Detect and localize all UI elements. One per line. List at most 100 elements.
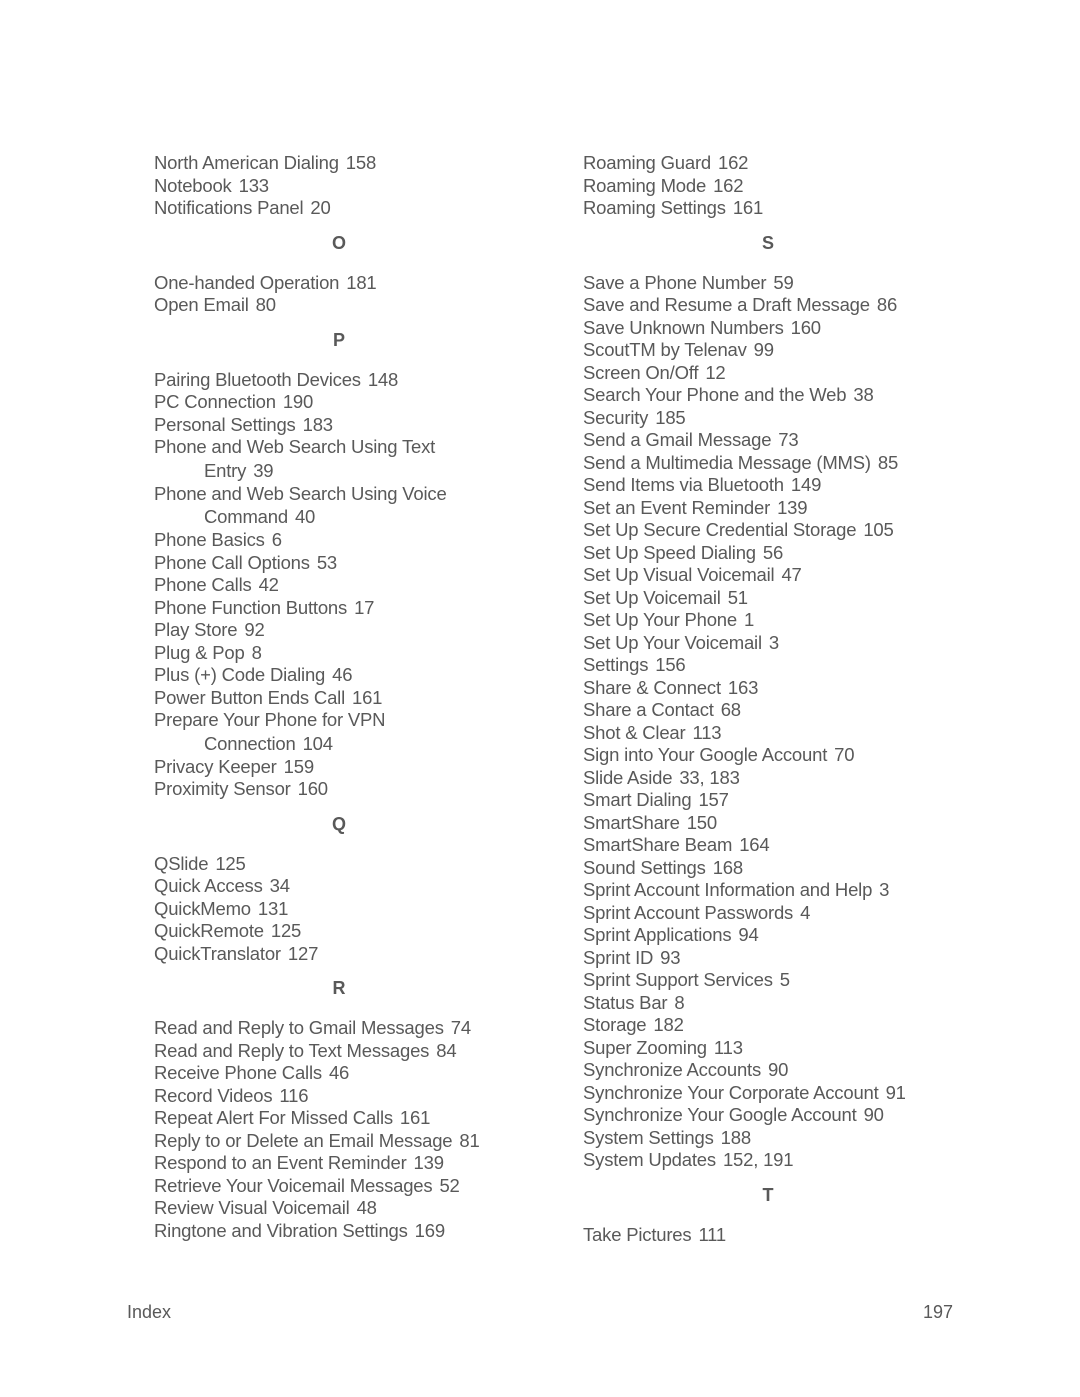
entry-page-ref[interactable]: 94 xyxy=(738,924,758,945)
entry-page-ref[interactable]: 164 xyxy=(739,834,769,855)
entry-page-ref[interactable]: 6 xyxy=(272,529,282,550)
index-entry: System Updates 152, 191 xyxy=(583,1149,963,1172)
entry-page-ref[interactable]: 116 xyxy=(279,1085,308,1106)
entry-page-ref[interactable]: 17 xyxy=(354,597,374,618)
index-entry: Personal Settings 183 xyxy=(154,414,534,437)
entry-page-ref[interactable]: 85 xyxy=(878,452,898,473)
entry-page-ref[interactable]: 8 xyxy=(674,992,684,1013)
entry-term: Phone and Web Search Using Voice xyxy=(154,482,447,504)
entry-page-ref[interactable]: 4 xyxy=(800,902,810,923)
entry-page-ref[interactable]: 74 xyxy=(451,1017,471,1038)
entry-page-ref[interactable]: 91 xyxy=(886,1082,906,1103)
entry-page-ref[interactable]: 40 xyxy=(295,506,315,527)
entry-page-ref[interactable]: 3 xyxy=(879,879,889,900)
entry-term: Notifications Panel xyxy=(154,197,304,218)
entry-page-ref[interactable]: 52 xyxy=(439,1175,459,1196)
entry-page-ref[interactable]: 113 xyxy=(714,1037,743,1058)
entry-page-ref[interactable]: 139 xyxy=(414,1152,444,1173)
entry-page-ref[interactable]: 8 xyxy=(252,642,262,663)
index-entry: Synchronize Your Corporate Account 91 xyxy=(583,1082,963,1105)
entry-page-ref[interactable]: 156 xyxy=(655,654,685,675)
index-entry: Set Up Visual Voicemail 47 xyxy=(583,564,963,587)
entry-page-ref[interactable]: 20 xyxy=(310,197,330,218)
entry-page-ref[interactable]: 163 xyxy=(728,677,758,698)
entry-page-ref[interactable]: 113 xyxy=(693,722,722,743)
entry-page-ref[interactable]: 127 xyxy=(288,943,318,964)
entry-page-ref[interactable]: 48 xyxy=(357,1197,377,1218)
entry-page-ref[interactable]: 190 xyxy=(283,391,313,412)
index-entry: Roaming Guard 162 xyxy=(583,152,963,175)
entry-page-ref[interactable]: 162 xyxy=(718,152,748,173)
entry-page-ref[interactable]: 42 xyxy=(259,574,279,595)
index-entry: Play Store 92 xyxy=(154,619,534,642)
entry-page-ref[interactable]: 161 xyxy=(352,687,382,708)
entry-term: Phone Calls xyxy=(154,574,252,595)
entry-page-ref[interactable]: 111 xyxy=(698,1224,726,1245)
entry-page-ref[interactable]: 125 xyxy=(215,853,245,874)
entry-page-ref[interactable]: 68 xyxy=(721,699,741,720)
entry-page-ref[interactable]: 34 xyxy=(270,875,290,896)
entry-page-ref[interactable]: 185 xyxy=(655,407,685,428)
entry-page-ref[interactable]: 3 xyxy=(769,632,779,653)
entry-page-ref[interactable]: 12 xyxy=(705,362,725,383)
entry-page-ref[interactable]: 168 xyxy=(713,857,743,878)
entry-term: Roaming Mode xyxy=(583,174,707,196)
entry-page-ref[interactable]: 148 xyxy=(368,369,398,390)
index-entry: Shot & Clear 113 xyxy=(583,722,963,745)
entry-page-ref[interactable]: 1 xyxy=(744,609,754,630)
entry-page-ref[interactable]: 181 xyxy=(346,272,376,293)
entry-page-ref[interactable]: 56 xyxy=(763,542,783,563)
entry-page-ref[interactable]: 183 xyxy=(303,414,333,435)
entry-page-ref[interactable]: 99 xyxy=(754,339,774,360)
entry-page-ref[interactable]: 162 xyxy=(713,175,743,196)
entry-page-ref[interactable]: 133 xyxy=(239,175,269,196)
index-entry: Open Email 80 xyxy=(154,294,534,317)
entry-term: Sprint Support Services xyxy=(583,969,773,990)
entry-page-ref[interactable]: 38 xyxy=(853,384,873,405)
entry-page-ref[interactable]: 46 xyxy=(329,1062,349,1083)
entry-page-ref[interactable]: 161 xyxy=(400,1107,430,1128)
entry-page-ref[interactable]: 157 xyxy=(698,789,728,810)
index-entry: Settings 156 xyxy=(583,654,963,677)
entry-page-ref[interactable]: 47 xyxy=(781,564,801,585)
entry-page-ref[interactable]: 104 xyxy=(303,733,333,754)
entry-page-ref[interactable]: 33, 183 xyxy=(679,767,740,788)
entry-page-ref[interactable]: 51 xyxy=(728,587,748,608)
entry-page-ref[interactable]: 53 xyxy=(317,552,337,573)
entry-page-ref[interactable]: 159 xyxy=(284,756,314,777)
entry-page-ref[interactable]: 139 xyxy=(777,497,807,518)
entry-term: Synchronize Your Corporate Account xyxy=(583,1081,879,1103)
entry-page-ref[interactable]: 150 xyxy=(687,812,717,833)
entry-page-ref[interactable]: 5 xyxy=(780,969,790,990)
entry-page-ref[interactable]: 105 xyxy=(863,519,893,540)
entry-page-ref[interactable]: 182 xyxy=(653,1014,683,1035)
entry-page-ref[interactable]: 161 xyxy=(733,197,763,218)
entry-page-ref[interactable]: 90 xyxy=(768,1059,788,1080)
entry-page-ref[interactable]: 169 xyxy=(415,1220,445,1241)
entry-page-ref[interactable]: 59 xyxy=(773,272,793,293)
entry-page-ref[interactable]: 73 xyxy=(778,429,798,450)
entry-page-ref[interactable]: 70 xyxy=(834,744,854,765)
entry-page-ref[interactable]: 39 xyxy=(253,460,273,481)
entry-page-ref[interactable]: 160 xyxy=(298,778,328,799)
index-entry: Phone Basics 6 xyxy=(154,529,534,552)
entry-page-ref[interactable]: 158 xyxy=(346,152,376,173)
entry-page-ref[interactable]: 188 xyxy=(721,1127,751,1148)
entry-page-ref[interactable]: 131 xyxy=(258,898,288,919)
entry-page-ref[interactable]: 86 xyxy=(877,294,897,315)
entry-page-ref[interactable]: 125 xyxy=(271,920,301,941)
entry-page-ref[interactable]: 149 xyxy=(791,474,821,495)
entry-page-ref[interactable]: 81 xyxy=(459,1130,479,1151)
entry-page-ref[interactable]: 93 xyxy=(660,947,680,968)
entry-page-ref[interactable]: 84 xyxy=(436,1040,456,1061)
entry-page-ref[interactable]: 46 xyxy=(332,664,352,685)
entry-term: Read and Reply to Text Messages xyxy=(154,1039,430,1061)
entry-page-ref[interactable]: 90 xyxy=(864,1104,884,1125)
entry-page-ref[interactable]: 92 xyxy=(244,619,264,640)
entry-term: Set Up Your Voicemail xyxy=(583,631,762,653)
entry-term: Send a Multimedia Message (MMS) xyxy=(583,451,871,473)
index-entry: Phone and Web Search Using Text Entry 39 xyxy=(154,436,534,483)
entry-page-ref[interactable]: 152, 191 xyxy=(723,1149,794,1170)
entry-page-ref[interactable]: 80 xyxy=(256,294,276,315)
entry-page-ref[interactable]: 160 xyxy=(791,317,821,338)
